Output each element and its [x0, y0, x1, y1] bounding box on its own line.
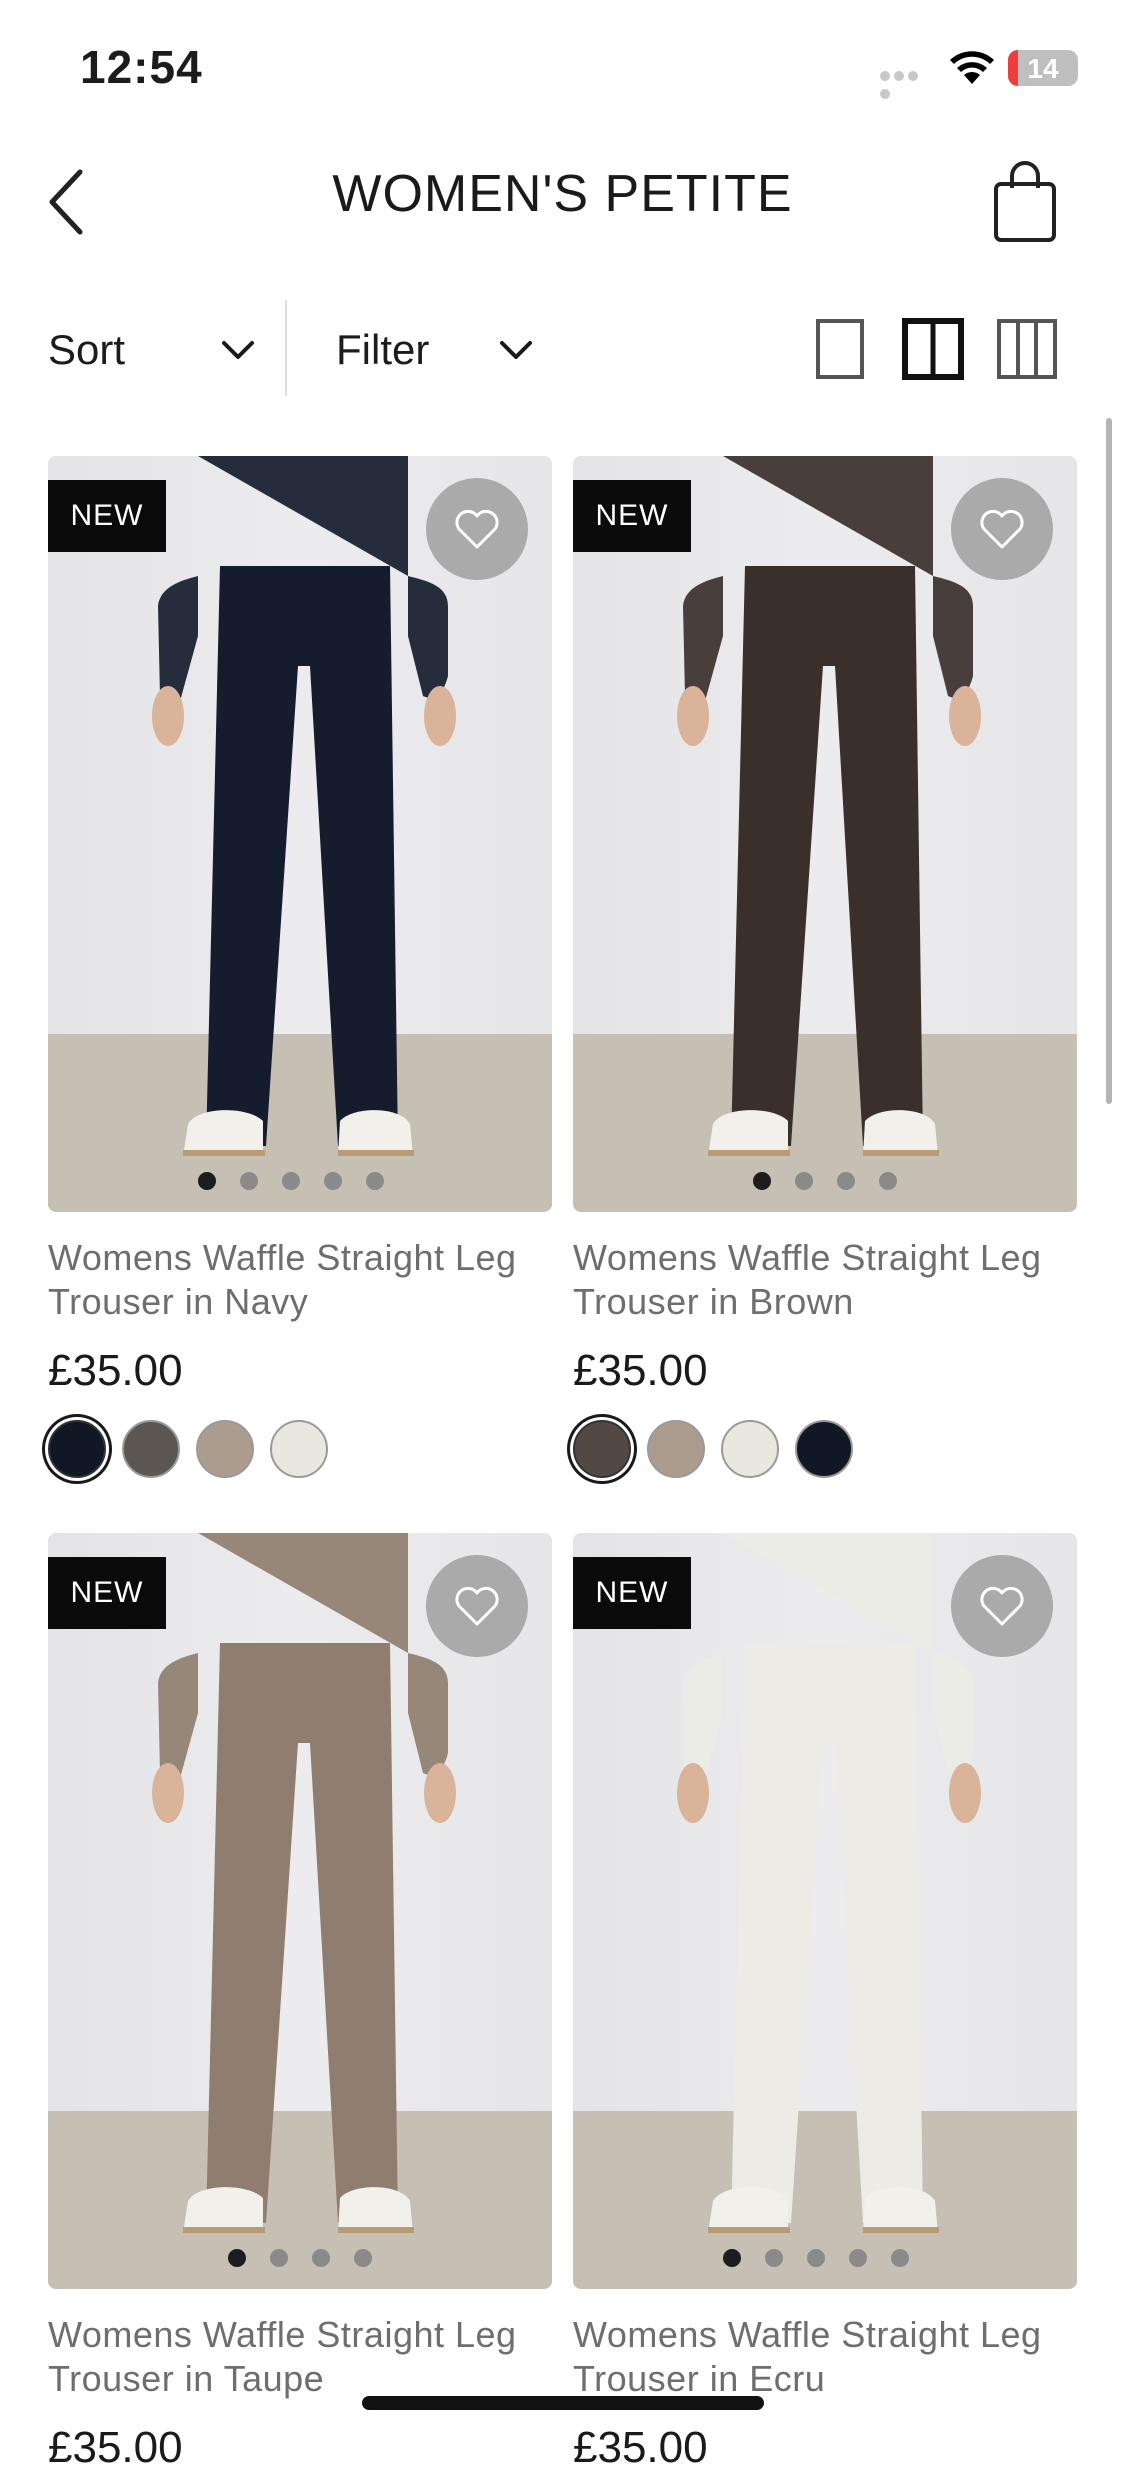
filter-button[interactable]: Filter: [336, 320, 536, 380]
image-pagination: [198, 1172, 384, 1190]
image-pagination: [723, 2249, 909, 2267]
favorite-button[interactable]: [426, 1555, 528, 1657]
product-image[interactable]: NEW: [573, 456, 1077, 1212]
image-dot[interactable]: [240, 1172, 258, 1190]
image-dot[interactable]: [849, 2249, 867, 2267]
product-image[interactable]: NEW: [48, 456, 552, 1212]
heart-icon: [980, 1586, 1024, 1626]
sort-label: Sort: [48, 326, 126, 373]
header: WOMEN'S PETITE: [0, 140, 1125, 260]
color-swatch[interactable]: [196, 1420, 254, 1478]
back-arrow-icon[interactable]: [38, 162, 98, 242]
battery-level: 14: [1027, 53, 1059, 84]
product-image[interactable]: NEW: [48, 1533, 552, 2289]
product-name[interactable]: Womens Waffle Straight Leg Trouser in Br…: [573, 1236, 1077, 1324]
signal-icon: [880, 68, 932, 99]
new-badge: NEW: [573, 480, 691, 552]
new-badge: NEW: [48, 1557, 166, 1629]
favorite-button[interactable]: [426, 478, 528, 580]
image-pagination: [228, 2249, 372, 2267]
color-swatches: [48, 1420, 552, 1478]
filter-label: Filter: [336, 326, 430, 373]
image-dot[interactable]: [366, 1172, 384, 1190]
scrollbar[interactable]: [1106, 418, 1112, 1104]
product-price: £35.00: [573, 1346, 708, 1395]
product-price: £35.00: [573, 2423, 708, 2472]
image-dot[interactable]: [270, 2249, 288, 2267]
image-dot[interactable]: [312, 2249, 330, 2267]
product-name[interactable]: Womens Waffle Straight Leg Trouser in Na…: [48, 1236, 552, 1324]
product-card[interactable]: NEW Womens Waffle Straight Leg Trouser i…: [48, 1533, 552, 2473]
chevron-down-icon: [500, 341, 532, 359]
color-swatch[interactable]: [48, 1420, 106, 1478]
chevron-down-icon: [222, 341, 254, 359]
product-card[interactable]: NEW Womens Waffle Straight Leg Trouser i…: [573, 456, 1077, 1478]
image-dot[interactable]: [282, 1172, 300, 1190]
new-badge: NEW: [48, 480, 166, 552]
color-swatch[interactable]: [647, 1420, 705, 1478]
image-dot[interactable]: [198, 1172, 216, 1190]
toolbar: Sort Filter: [0, 300, 1125, 400]
color-swatches: [573, 1420, 1077, 1478]
three-column-view-icon[interactable]: [996, 318, 1058, 380]
product-name[interactable]: Womens Waffle Straight Leg Trouser in Ec…: [573, 2313, 1077, 2401]
two-column-view-icon[interactable]: [902, 318, 964, 380]
image-dot[interactable]: [228, 2249, 246, 2267]
color-swatch[interactable]: [721, 1420, 779, 1478]
color-swatch[interactable]: [795, 1420, 853, 1478]
image-dot[interactable]: [723, 2249, 741, 2267]
favorite-button[interactable]: [951, 1555, 1053, 1657]
color-swatch[interactable]: [270, 1420, 328, 1478]
image-dot[interactable]: [765, 2249, 783, 2267]
image-dot[interactable]: [354, 2249, 372, 2267]
page-title: WOMEN'S PETITE: [332, 165, 793, 223]
heart-icon: [980, 509, 1024, 549]
color-swatch[interactable]: [122, 1420, 180, 1478]
color-swatch[interactable]: [573, 1420, 631, 1478]
battery-icon: 14: [1008, 50, 1078, 86]
heart-icon: [455, 1586, 499, 1626]
sort-button[interactable]: Sort: [48, 320, 258, 380]
product-price: £35.00: [48, 2423, 183, 2472]
home-indicator[interactable]: [362, 2396, 764, 2410]
image-dot[interactable]: [324, 1172, 342, 1190]
shopping-bag-icon[interactable]: [990, 160, 1060, 244]
image-pagination: [753, 1172, 897, 1190]
image-dot[interactable]: [795, 1172, 813, 1190]
product-card[interactable]: NEW Womens Waffle Straight Leg Trouser i…: [48, 456, 552, 1478]
product-card[interactable]: NEW Womens Waffle Straight Leg Trouser i…: [573, 1533, 1077, 2473]
new-badge: NEW: [573, 1557, 691, 1629]
single-column-view-icon[interactable]: [812, 318, 874, 380]
image-dot[interactable]: [879, 1172, 897, 1190]
product-name[interactable]: Womens Waffle Straight Leg Trouser in Ta…: [48, 2313, 552, 2401]
image-dot[interactable]: [891, 2249, 909, 2267]
status-bar: 12:54 14: [0, 0, 1125, 130]
heart-icon: [455, 509, 499, 549]
toolbar-divider: [285, 300, 287, 396]
favorite-button[interactable]: [951, 478, 1053, 580]
status-time: 12:54: [80, 41, 203, 93]
image-dot[interactable]: [837, 1172, 855, 1190]
wifi-icon: [950, 51, 994, 84]
image-dot[interactable]: [753, 1172, 771, 1190]
image-dot[interactable]: [807, 2249, 825, 2267]
product-image[interactable]: NEW: [573, 1533, 1077, 2289]
product-price: £35.00: [48, 1346, 183, 1395]
